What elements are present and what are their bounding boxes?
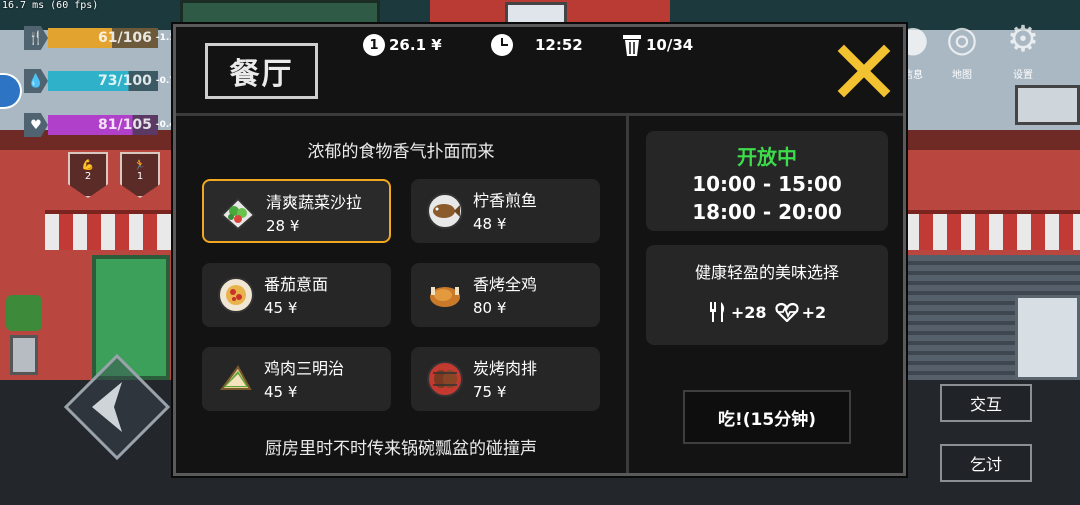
awning-left [45,210,180,250]
clock-icon [491,34,513,56]
interact-button[interactable]: 交互 [940,384,1032,422]
strength-value: 2 [84,171,92,182]
food-price: 45 ¥ [264,299,298,317]
tomato-pasta-icon [218,277,254,313]
gear-icon: ⚙ [1006,19,1040,60]
hunger-effect: +28 [708,301,767,323]
item-effects: +28 +2 [646,301,888,323]
money-display: 1 26.1 ¥ [363,34,442,56]
map-button[interactable]: ◎ 地图 [937,14,987,84]
menu-item-sandwich[interactable]: 鸡肉三明治 45 ¥ [202,347,391,411]
thirst-stat: 💧 73/100 -0.7/ [24,69,179,93]
shop-window [1015,295,1080,380]
trash-display: 10/34 [622,34,693,56]
coin-icon: 1 [363,34,385,56]
health-effect-value: +2 [801,302,827,322]
food-price: 80 ¥ [473,299,507,317]
fork-knife-icon: 🍴 [24,26,48,50]
open-status: 开放中 [737,145,797,169]
opening-hours-card: 开放中 10:00 - 15:00 18:00 - 20:00 [646,131,888,231]
move-left-arrow-icon[interactable] [62,352,172,462]
dialog-title: 餐厅 [205,43,318,99]
food-price: 75 ¥ [473,383,507,401]
awning-right [905,210,1080,250]
menu-item-pasta[interactable]: 番茄意面 45 ¥ [202,263,391,327]
health-stat: ♥ 81/105 -0.4/ [24,113,179,137]
beg-button[interactable]: 乞讨 [940,444,1032,482]
food-price: 45 ¥ [264,383,298,401]
agility-value: 1 [136,171,144,182]
eat-button[interactable]: 吃!(15分钟) [683,390,851,444]
potted-plant [4,295,44,380]
runner-icon: 🏃 [133,160,147,171]
heartbeat-icon: ♥ [24,113,48,137]
food-name: 鸡肉三明治 [264,359,345,378]
salad-icon [220,197,256,231]
hunger-bar: 61/106 -1.1/ [48,28,179,48]
trash-value: 10/34 [646,36,694,54]
map-label: 地图 [952,70,972,81]
arm-icon: 💪 [81,160,95,171]
menu-item-fish[interactable]: 柠香煎鱼 48 ¥ [411,179,600,243]
hunger-value: 61/106 [98,30,152,46]
grilled-steak-icon [427,361,463,397]
time-display: 12:52 [491,34,583,56]
sandwich-icon [220,365,252,390]
menu-item-salad[interactable]: 清爽蔬菜沙拉 28 ¥ [202,179,391,243]
roast-chicken-icon [430,287,460,307]
money-value: 26.1 ¥ [389,36,442,54]
menu-item-chicken[interactable]: 香烤全鸡 80 ¥ [411,263,600,327]
item-info-card: 健康轻盈的美味选择 +28 +2 [646,245,888,345]
time-value: 12:52 [535,36,583,54]
item-description: 健康轻盈的美味选择 [694,263,839,282]
health-effect: +2 [774,302,827,322]
header-divider [176,113,903,116]
settings-button[interactable]: ⚙ 设置 [998,14,1048,84]
food-name: 番茄意面 [264,275,329,294]
fps-counter: 16.7 ms (60 fps) [2,0,99,11]
food-name: 清爽蔬菜沙拉 [266,193,363,212]
fried-fish-icon [427,193,463,229]
flavor-text-top: 浓郁的食物香气扑面而来 [307,142,495,162]
hunger-effect-value: +28 [730,302,767,322]
restaurant-dialog: 餐厅 1 26.1 ¥ 12:52 10/34 浓郁的食物香气扑面而来 清爽蔬菜… [171,22,908,478]
flavor-text-bottom: 厨房里时不时传来锅碗瓢盆的碰撞声 [265,439,537,459]
thirst-bar: 73/100 -0.7/ [48,71,179,91]
water-drop-icon: 💧 [24,69,48,93]
health-value: 81/105 [98,117,152,133]
food-name: 柠香煎鱼 [473,191,538,210]
column-divider [626,116,629,473]
heartbeat-icon [774,302,799,322]
hours-slot-2: 18:00 - 20:00 [692,200,842,224]
trash-bin-icon [623,35,641,56]
fork-knife-icon [709,302,725,322]
food-price: 48 ¥ [473,215,507,233]
health-bar: 81/105 -0.4/ [48,115,179,135]
settings-label: 设置 [1013,70,1033,81]
hunger-stat: 🍴 61/106 -1.1/ [24,26,179,50]
map-pin-icon: ◎ [946,19,978,60]
air-conditioner [1015,85,1080,125]
hours-slot-1: 10:00 - 15:00 [692,172,842,196]
food-name: 炭烤肉排 [473,359,538,378]
food-price: 28 ¥ [266,217,300,235]
thirst-value: 73/100 [98,73,152,89]
menu-item-steak[interactable]: 炭烤肉排 75 ¥ [411,347,600,411]
food-name: 香烤全鸡 [473,275,538,294]
close-icon[interactable] [836,43,892,99]
